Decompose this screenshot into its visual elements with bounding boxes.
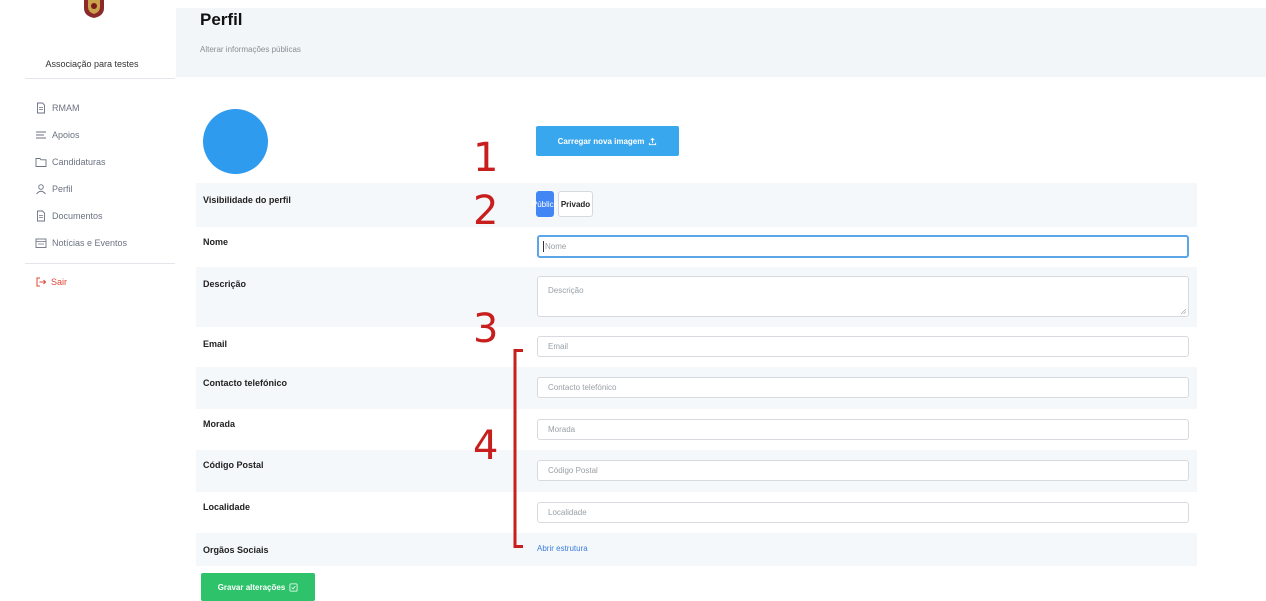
- locality-placeholder: Localidade: [548, 508, 587, 517]
- phone-input[interactable]: Contacto telefónico: [537, 377, 1189, 398]
- save-icon: [289, 582, 298, 592]
- avatar: [203, 109, 268, 174]
- phone-label: Contacto telefónico: [203, 378, 288, 388]
- logout-icon: [36, 277, 47, 287]
- open-structure-link[interactable]: Abrir estrutura: [537, 544, 588, 553]
- sidebar-item-rmam[interactable]: RMAM: [35, 94, 175, 121]
- description-label: Descrição: [203, 279, 247, 289]
- annotation-3: 3: [473, 306, 499, 352]
- locality-label: Localidade: [203, 502, 251, 512]
- email-placeholder: Email: [548, 342, 569, 351]
- sidebar-item-apoios[interactable]: Apoios: [35, 121, 175, 148]
- sidebar-item-perfil[interactable]: Perfil: [35, 175, 175, 202]
- name-placeholder: Nome: [545, 242, 567, 251]
- postal-code-input[interactable]: Código Postal: [537, 460, 1189, 481]
- address-label: Morada: [203, 419, 236, 429]
- document-icon: [37, 102, 45, 113]
- visibility-label: Visibilidade do perfil: [203, 195, 291, 205]
- phone-placeholder: Contacto telefónico: [548, 383, 617, 392]
- visibility-row: Visibilidade do perfil: [196, 183, 1197, 227]
- sidebar: Associação para testes RMAM Apoios Candi…: [8, 0, 176, 598]
- description-placeholder: Descrição: [548, 286, 584, 295]
- list-icon: [36, 131, 46, 138]
- page-subtitle: Alterar informações públicas: [200, 45, 301, 54]
- name-label: Nome: [203, 237, 229, 247]
- folder-icon: [35, 157, 47, 167]
- address-input[interactable]: Morada: [537, 419, 1189, 440]
- visibility-private-button[interactable]: Privado: [558, 191, 593, 217]
- text-caret: [543, 241, 544, 252]
- sidebar-item-label: Notícias e Eventos: [52, 237, 128, 248]
- organization-name: Associação para testes: [45, 59, 139, 69]
- sidebar-item-label: Apoios: [52, 129, 80, 140]
- sidebar-item-label: Candidaturas: [52, 156, 106, 167]
- upload-image-button[interactable]: Carregar nova imagem: [536, 126, 679, 156]
- sidebar-item-candidaturas[interactable]: Candidaturas: [35, 148, 175, 175]
- sidebar-item-documentos[interactable]: Documentos: [35, 202, 175, 229]
- postal-code-placeholder: Código Postal: [548, 466, 598, 475]
- page-header: Perfil Alterar informações públicas: [176, 8, 1266, 77]
- sidebar-item-label: Perfil: [52, 183, 73, 194]
- email-label: Email: [203, 339, 228, 349]
- annotation-bracket: [513, 349, 523, 548]
- email-input[interactable]: Email: [537, 336, 1189, 357]
- save-changes-button[interactable]: Gravar alterações: [201, 573, 315, 601]
- annotation-1: 1: [473, 135, 499, 181]
- visibility-public-button[interactable]: Público: [532, 191, 558, 217]
- description-textarea[interactable]: Descrição: [537, 276, 1189, 317]
- upload-image-label: Carregar nova imagem: [557, 136, 645, 146]
- address-placeholder: Morada: [548, 425, 576, 434]
- sidebar-divider: [25, 78, 175, 79]
- locality-input[interactable]: Localidade: [537, 502, 1189, 523]
- social-bodies-row: Orgãos Sociais: [196, 533, 1197, 566]
- coat-of-arms-logo: [84, 0, 104, 18]
- postal-code-label: Código Postal: [203, 460, 264, 470]
- social-bodies-label: Orgãos Sociais: [203, 545, 269, 555]
- save-changes-label: Gravar alterações: [217, 582, 286, 592]
- sidebar-nav: RMAM Apoios Candidaturas Perfil Document…: [35, 94, 175, 256]
- page-title: Perfil: [200, 10, 243, 29]
- upload-icon: [649, 137, 657, 145]
- document-icon: [37, 210, 45, 221]
- news-icon: [35, 238, 47, 248]
- visibility-toggle: Público Privado: [532, 191, 593, 217]
- name-input[interactable]: Nome: [537, 235, 1189, 258]
- logout-link[interactable]: Sair: [35, 276, 67, 288]
- logout-label: Sair: [51, 277, 68, 287]
- sidebar-item-label: RMAM: [52, 102, 80, 113]
- sidebar-divider: [25, 263, 175, 264]
- sidebar-item-noticias[interactable]: Notícias e Eventos: [35, 229, 175, 256]
- annotation-2: 2: [473, 188, 499, 234]
- sidebar-item-label: Documentos: [52, 210, 103, 221]
- resize-handle-icon[interactable]: [1181, 309, 1186, 314]
- annotation-4: 4: [473, 423, 499, 469]
- user-icon: [36, 183, 46, 194]
